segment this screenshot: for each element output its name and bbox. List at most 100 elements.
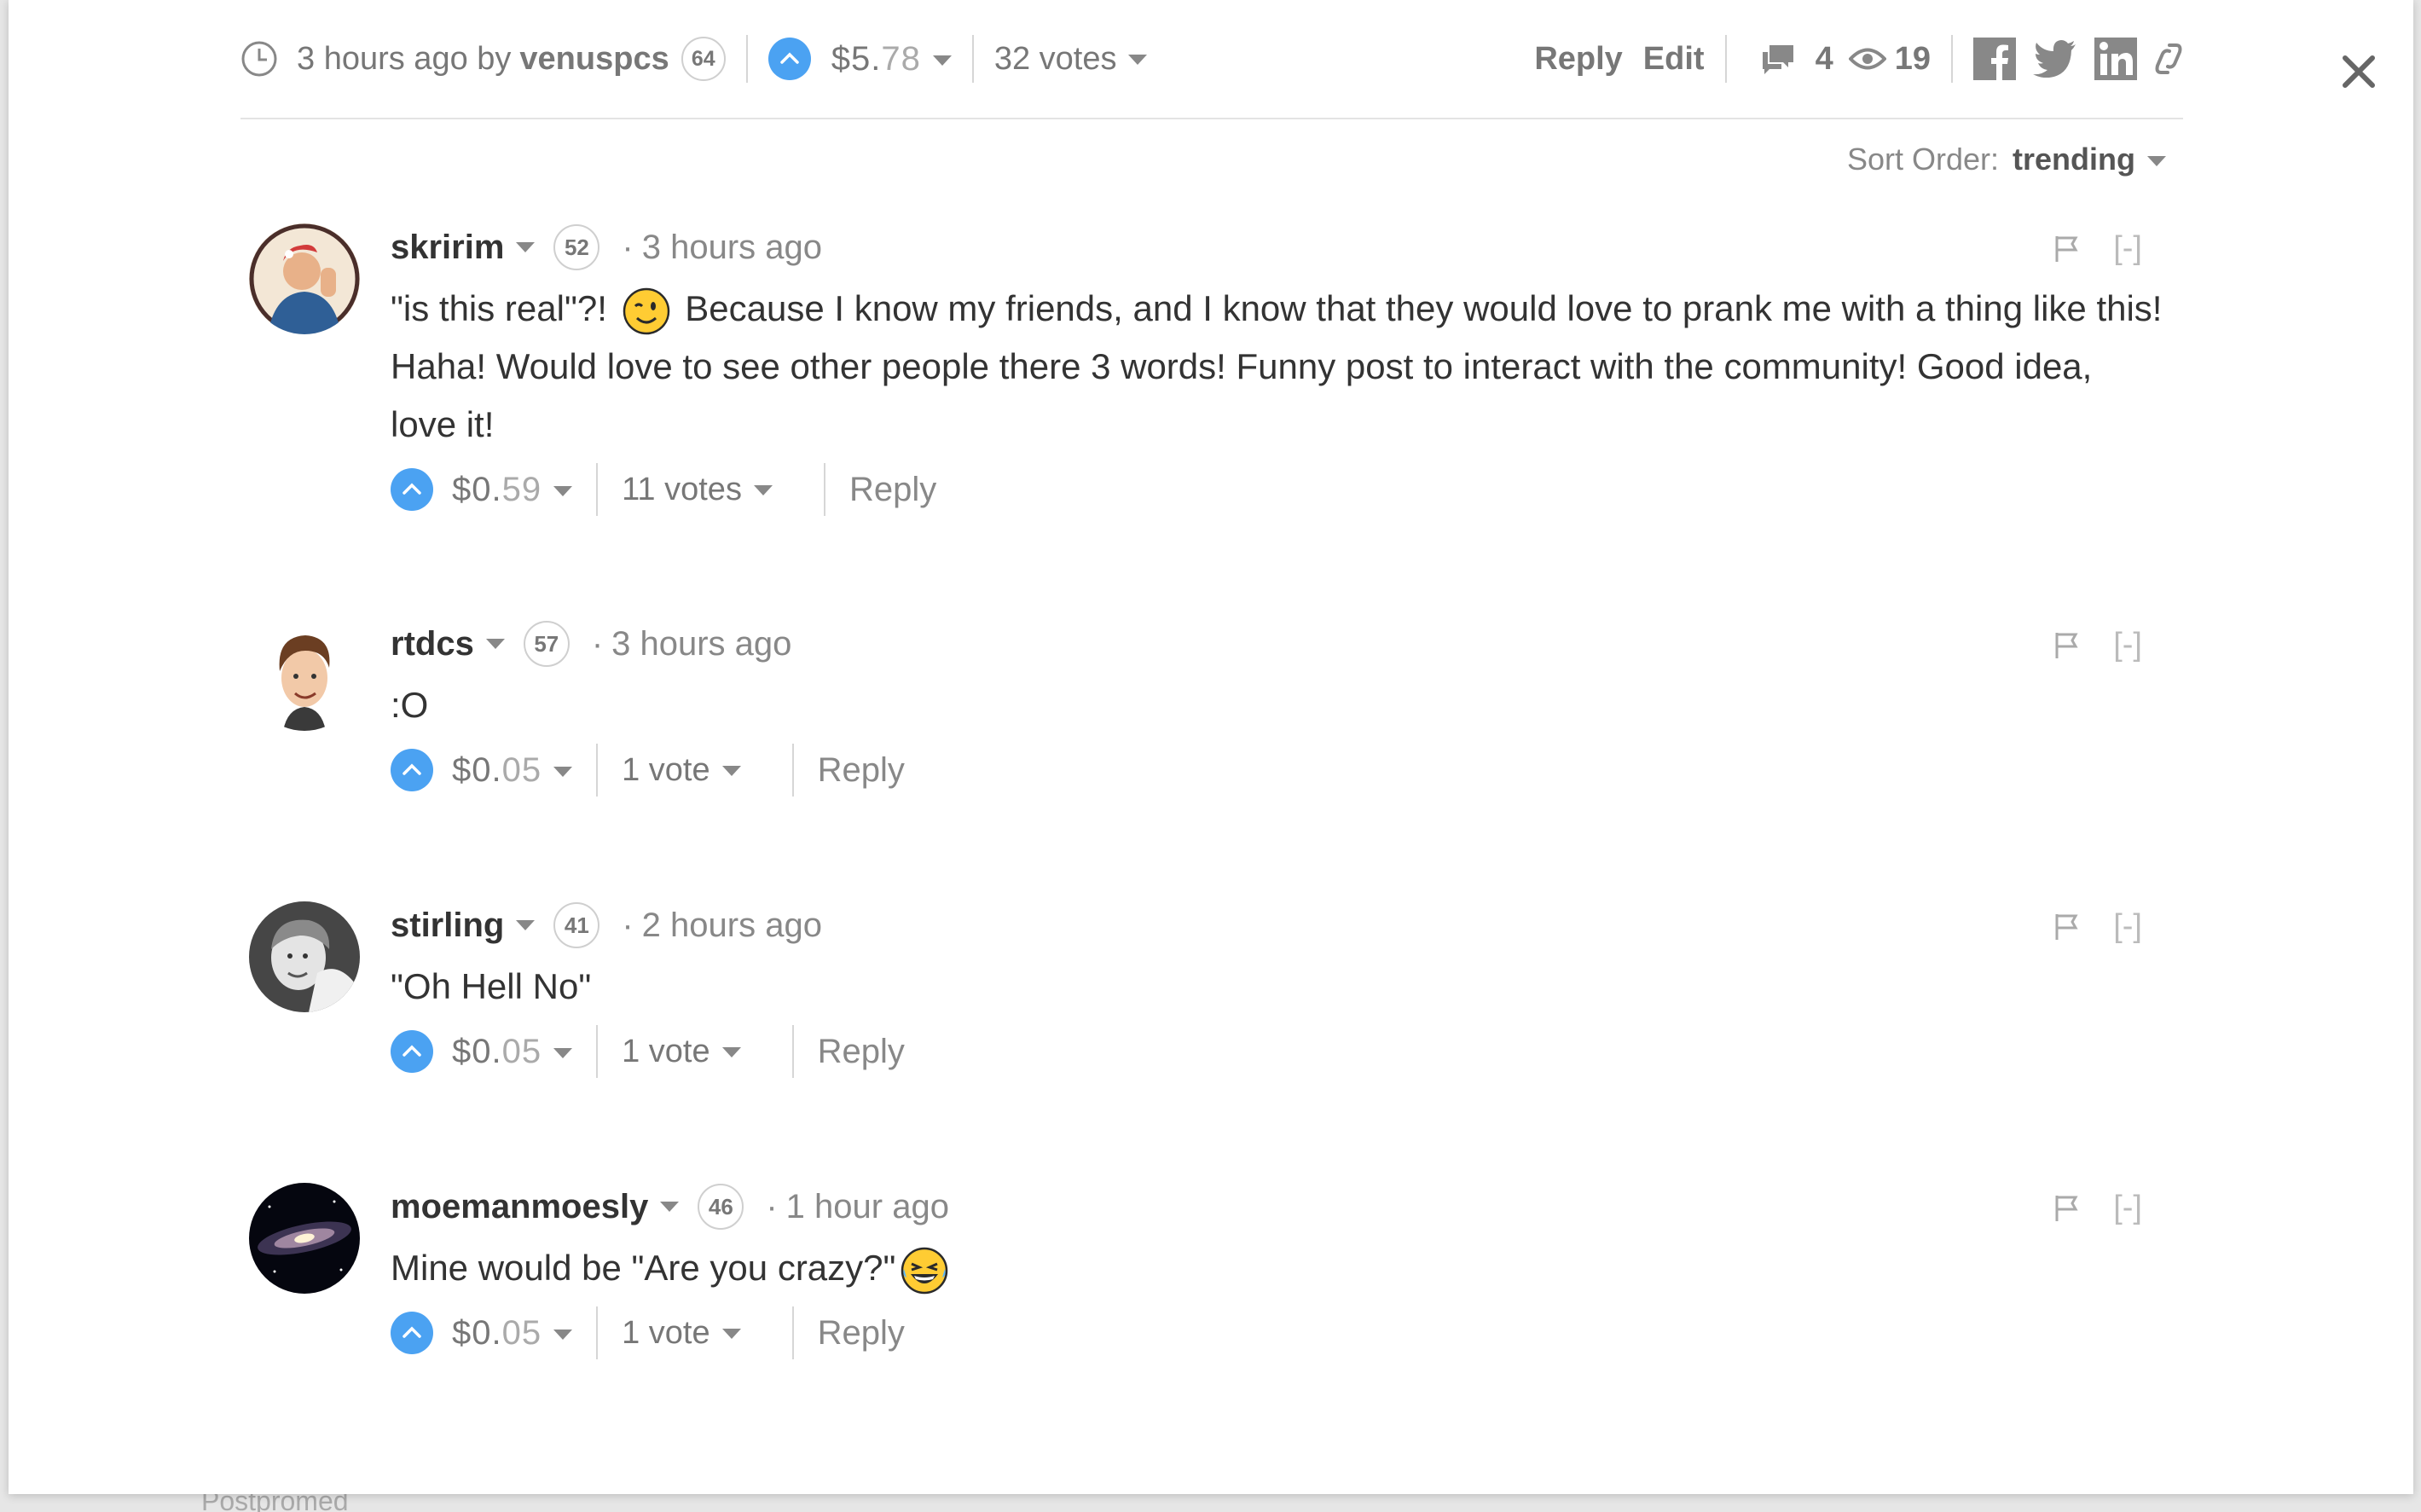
comment-votes-label: 1 vote — [622, 751, 710, 788]
comments-count-value: 4 — [1815, 40, 1833, 77]
chevron-up-icon — [403, 483, 421, 495]
upvote-button[interactable] — [391, 468, 433, 511]
comments-icon — [1762, 45, 1793, 74]
payout-decimals: 59 — [501, 470, 542, 508]
flag-icon[interactable] — [2053, 912, 2079, 941]
sort-order-dropdown[interactable]: trending — [2013, 142, 2166, 177]
comment-time: 2 hours ago — [641, 906, 822, 944]
avatar[interactable] — [249, 620, 360, 731]
clock-icon — [241, 41, 277, 77]
caret-down-icon — [721, 766, 741, 777]
divider — [791, 1025, 794, 1078]
collapse-toggle[interactable]: [-] — [2113, 627, 2142, 663]
winking-face-icon — [623, 287, 669, 335]
sort-order: Sort Order: trending — [1847, 142, 2166, 177]
views-count: 19 — [1848, 40, 1931, 78]
views-count-value: 19 — [1894, 40, 1931, 77]
sort-order-label: Sort Order: — [1846, 142, 2000, 177]
comment-payout[interactable]: $0.05 — [452, 1032, 573, 1071]
comment-payout[interactable]: $0.05 — [452, 750, 573, 790]
divider — [791, 1306, 794, 1359]
comment-votes[interactable]: 1 vote — [622, 752, 741, 789]
payout-decimals: 05 — [501, 1032, 542, 1070]
twitter-icon[interactable] — [2033, 40, 2077, 78]
post-edit-link[interactable]: Edit — [1643, 41, 1705, 78]
comment-author[interactable]: moemanmoesly — [391, 1188, 648, 1226]
collapse-toggle[interactable]: [-] — [2113, 1190, 2142, 1226]
caret-down-icon[interactable] — [516, 920, 536, 930]
comment-tools: [-] — [2053, 908, 2142, 945]
comment-payout[interactable]: $0.59 — [452, 470, 573, 509]
payout-currency: $ — [452, 1313, 472, 1352]
reply-button[interactable]: Reply — [818, 1314, 905, 1353]
avatar[interactable] — [249, 223, 360, 334]
comment-votes[interactable]: 1 vote — [622, 1315, 741, 1352]
comment-payout[interactable]: $0.05 — [452, 1313, 573, 1353]
comment-text-start: "Oh Hell No" — [391, 966, 592, 1006]
facebook-icon[interactable] — [1973, 38, 2016, 80]
comment-footer: $0.05 1 vote Reply — [391, 1306, 2168, 1360]
reply-button[interactable]: Reply — [818, 1033, 905, 1071]
author-reputation: 46 — [698, 1184, 744, 1230]
post-author-reputation: 64 — [681, 37, 726, 81]
comment-votes[interactable]: 1 vote — [622, 1034, 741, 1070]
post-time: 3 hours ago by — [297, 40, 512, 77]
comment-footer: $0.05 1 vote Reply — [391, 1024, 2168, 1079]
comment-footer: $0.59 11 votes Reply — [391, 462, 2168, 517]
flag-icon[interactable] — [2053, 1194, 2079, 1223]
reply-button[interactable]: Reply — [818, 751, 905, 790]
caret-down-icon — [553, 766, 573, 777]
caret-down-icon[interactable] — [516, 242, 536, 252]
comment-author[interactable]: skririm — [391, 229, 504, 267]
comment-votes-label: 11 votes — [622, 471, 742, 507]
author-reputation: 41 — [553, 902, 600, 948]
upvote-button[interactable] — [391, 749, 433, 791]
comment-votes[interactable]: 11 votes — [622, 472, 773, 508]
payout-decimals: 05 — [501, 750, 542, 789]
caret-down-icon[interactable] — [660, 1202, 680, 1212]
caret-down-icon — [553, 1329, 573, 1340]
upvote-button[interactable] — [767, 38, 811, 80]
payout-currency: $ — [452, 1032, 472, 1070]
close-icon — [2343, 55, 2375, 88]
upvote-button[interactable] — [391, 1312, 433, 1354]
eye-icon — [1848, 48, 1886, 70]
comment-author[interactable]: rtdcs — [391, 625, 474, 663]
caret-down-icon[interactable] — [485, 639, 505, 649]
laughing-face-icon — [901, 1247, 948, 1295]
avatar[interactable] — [249, 1183, 360, 1294]
comment-header: rtdcs 57 · 3 hours ago — [391, 620, 2168, 668]
payout-whole: 0. — [472, 750, 502, 789]
linkedin-icon[interactable] — [2094, 38, 2137, 80]
comment-header: skririm 52 · 3 hours ago — [391, 223, 2168, 271]
reply-button[interactable]: Reply — [849, 471, 936, 509]
comment-tools: [-] — [2053, 1190, 2142, 1226]
comment-tools: [-] — [2053, 230, 2142, 267]
flag-icon[interactable] — [2053, 235, 2079, 264]
collapse-toggle[interactable]: [-] — [2113, 908, 2142, 945]
comments-count[interactable]: 4 — [1759, 41, 1833, 78]
comment-footer: $0.05 1 vote Reply — [391, 743, 2168, 797]
separator-dot: · — [622, 906, 634, 944]
upvote-button[interactable] — [391, 1030, 433, 1073]
payout-whole: 0. — [472, 470, 502, 508]
caret-down-icon — [1128, 55, 1148, 66]
chevron-up-icon — [403, 1326, 421, 1338]
payout-whole: 0. — [472, 1313, 502, 1352]
post-author[interactable]: venuspcs — [519, 41, 669, 78]
comment-header: moemanmoesly 46 · 1 hour ago — [391, 1183, 2168, 1231]
caret-down-icon — [932, 55, 952, 66]
link-icon[interactable] — [2154, 40, 2183, 78]
comment-author[interactable]: stirling — [391, 907, 504, 945]
post-reply-link[interactable]: Reply — [1534, 41, 1622, 78]
comment-body: skririm 52 · 3 hours ago [-] "is this re… — [391, 223, 2168, 517]
flag-icon[interactable] — [2053, 631, 2079, 660]
avatar[interactable] — [249, 901, 360, 1012]
caret-down-icon — [721, 1329, 741, 1340]
post-votes[interactable]: 32 votes — [994, 41, 1148, 78]
comment-body: moemanmoesly 46 · 1 hour ago [-] Mine wo… — [391, 1183, 2168, 1360]
collapse-toggle[interactable]: [-] — [2113, 230, 2142, 267]
post-payout[interactable]: $5.78 — [831, 40, 952, 78]
chevron-up-icon — [779, 52, 799, 64]
close-button[interactable] — [2331, 44, 2386, 99]
